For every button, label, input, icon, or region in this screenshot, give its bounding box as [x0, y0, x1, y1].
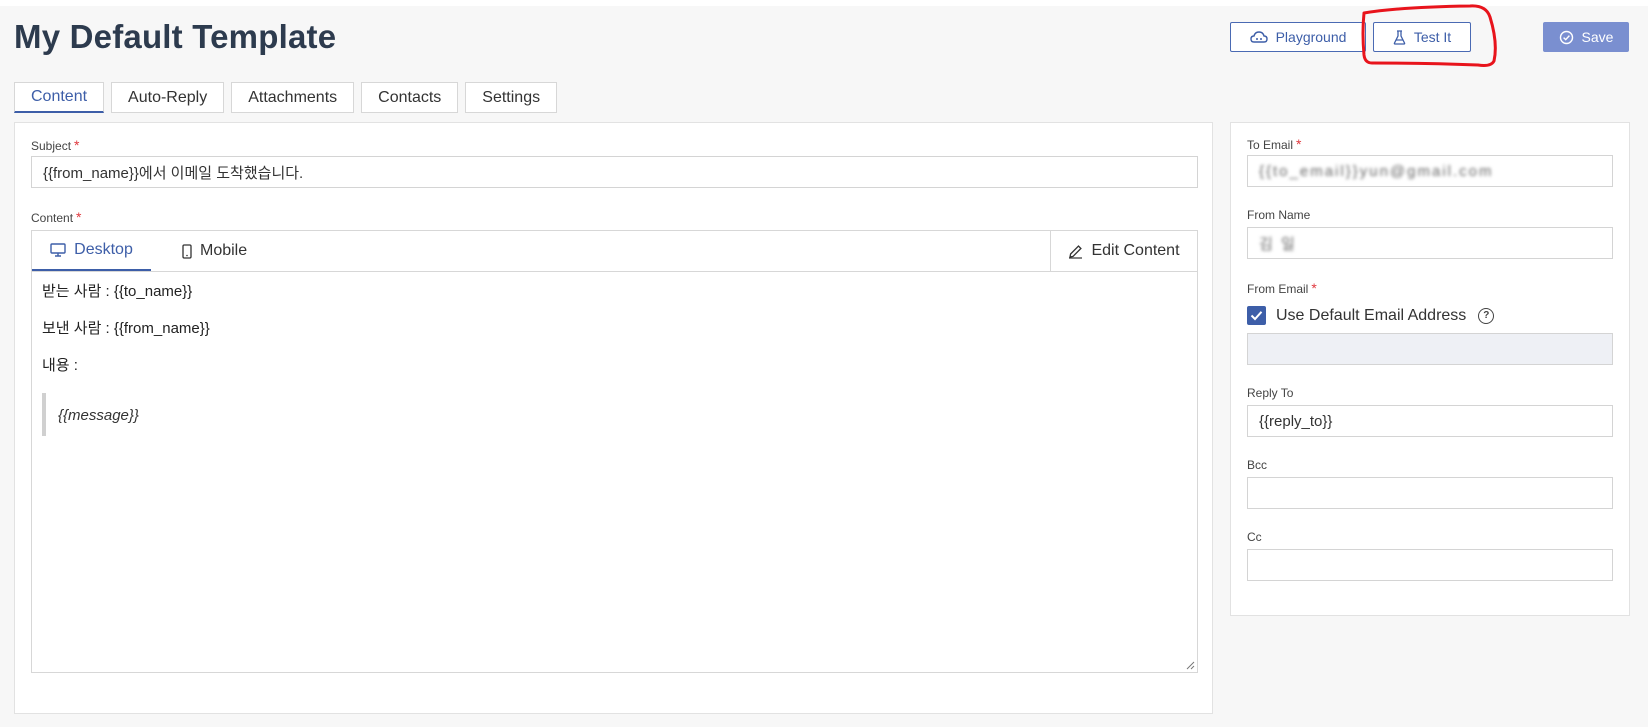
- subject-label: Subject *: [31, 137, 79, 153]
- content-label: Content *: [31, 209, 81, 225]
- top-strip: [0, 0, 1648, 6]
- to-email-label: To Email *: [1247, 136, 1301, 152]
- tab-settings[interactable]: Settings: [465, 82, 558, 113]
- monitor-icon: [50, 243, 66, 257]
- tab-attachments[interactable]: Attachments: [231, 82, 355, 113]
- cc-label: Cc: [1247, 530, 1262, 544]
- body-line-from: 보낸 사람 : {{from_name}}: [42, 320, 210, 337]
- subject-input[interactable]: {{from_name}}에서 이메일 도착했습니다.: [31, 156, 1198, 188]
- tab-contacts[interactable]: Contacts: [361, 82, 459, 113]
- cc-input[interactable]: [1247, 549, 1613, 581]
- check-circle-icon: [1559, 30, 1573, 44]
- playground-label: Playground: [1275, 29, 1347, 45]
- body-line-to: 받는 사람 : {{to_name}}: [42, 283, 193, 300]
- reply-to-input[interactable]: {{reply_to}}: [1247, 405, 1613, 437]
- from-email-label-text: From Email: [1247, 282, 1309, 296]
- tab-content[interactable]: Content: [14, 82, 105, 113]
- phone-icon: [182, 243, 192, 259]
- use-default-email-checkbox[interactable]: [1247, 306, 1266, 325]
- use-default-email-row: Use Default Email Address ?: [1247, 306, 1495, 325]
- editor-body[interactable]: 받는 사람 : {{to_name}} 보낸 사람 : {{from_name}…: [32, 272, 1197, 436]
- from-name-input[interactable]: 김 일: [1247, 227, 1613, 259]
- required-mark: *: [76, 209, 82, 225]
- required-mark: *: [1296, 136, 1302, 152]
- pencil-icon: [1069, 244, 1083, 259]
- checkmark-icon: [1250, 311, 1263, 321]
- editor-tab-desktop[interactable]: Desktop: [32, 231, 151, 271]
- edit-content-label: Edit Content: [1091, 242, 1180, 259]
- body-line-message: 내용 :: [42, 357, 78, 374]
- required-mark: *: [74, 137, 80, 153]
- content-label-text: Content: [31, 211, 74, 225]
- use-default-email-label: Use Default Email Address: [1276, 306, 1467, 324]
- subject-value: {{from_name}}에서 이메일 도착했습니다.: [43, 164, 304, 182]
- bcc-label: Bcc: [1247, 458, 1268, 472]
- from-name-value: 김 일: [1259, 235, 1297, 253]
- test-it-button[interactable]: Test It: [1373, 22, 1471, 52]
- page-title: My Default Template: [14, 18, 337, 55]
- required-mark: *: [1311, 280, 1317, 296]
- editor-tab-bar: Desktop Mobile Edit Content: [32, 231, 1197, 272]
- tab-auto-reply[interactable]: Auto-Reply: [111, 82, 225, 113]
- save-label: Save: [1581, 29, 1614, 45]
- email-settings-panel: To Email * {{to_email}}yun@gmail.com From…: [1230, 122, 1630, 616]
- content-panel: Subject * {{from_name}}에서 이메일 도착했습니다. Con…: [14, 122, 1213, 714]
- mobile-label: Mobile: [200, 242, 248, 259]
- content-editor[interactable]: Desktop Mobile Edit Content 받는 사람 : {{to…: [31, 230, 1198, 673]
- from-name-label: From Name: [1247, 208, 1311, 222]
- resize-grip-icon[interactable]: [1185, 660, 1195, 670]
- subject-label-text: Subject: [31, 139, 72, 153]
- desktop-label: Desktop: [74, 241, 133, 258]
- question-circle-icon[interactable]: ?: [1478, 307, 1495, 324]
- message-blockquote: {{message}}: [42, 393, 1187, 436]
- reply-to-label: Reply To: [1247, 386, 1294, 400]
- from-email-input: [1247, 333, 1613, 365]
- tab-bar: Content Auto-Reply Attachments Contacts …: [14, 82, 558, 113]
- playground-button[interactable]: Playground: [1230, 22, 1366, 52]
- cloud-gamepad-icon: [1249, 31, 1268, 43]
- test-it-label: Test It: [1413, 29, 1452, 45]
- to-email-label-text: To Email: [1247, 138, 1294, 152]
- editor-tab-mobile[interactable]: Mobile: [182, 231, 247, 271]
- to-email-input[interactable]: {{to_email}}yun@gmail.com: [1247, 155, 1613, 187]
- save-button[interactable]: Save: [1543, 22, 1629, 52]
- reply-to-value: {{reply_to}}: [1259, 412, 1333, 430]
- from-email-label: From Email *: [1247, 280, 1317, 296]
- bcc-input[interactable]: [1247, 477, 1613, 509]
- edit-content-button[interactable]: Edit Content: [1050, 231, 1197, 271]
- flask-icon: [1393, 29, 1406, 45]
- to-email-value: {{to_email}}yun@gmail.com: [1259, 162, 1494, 180]
